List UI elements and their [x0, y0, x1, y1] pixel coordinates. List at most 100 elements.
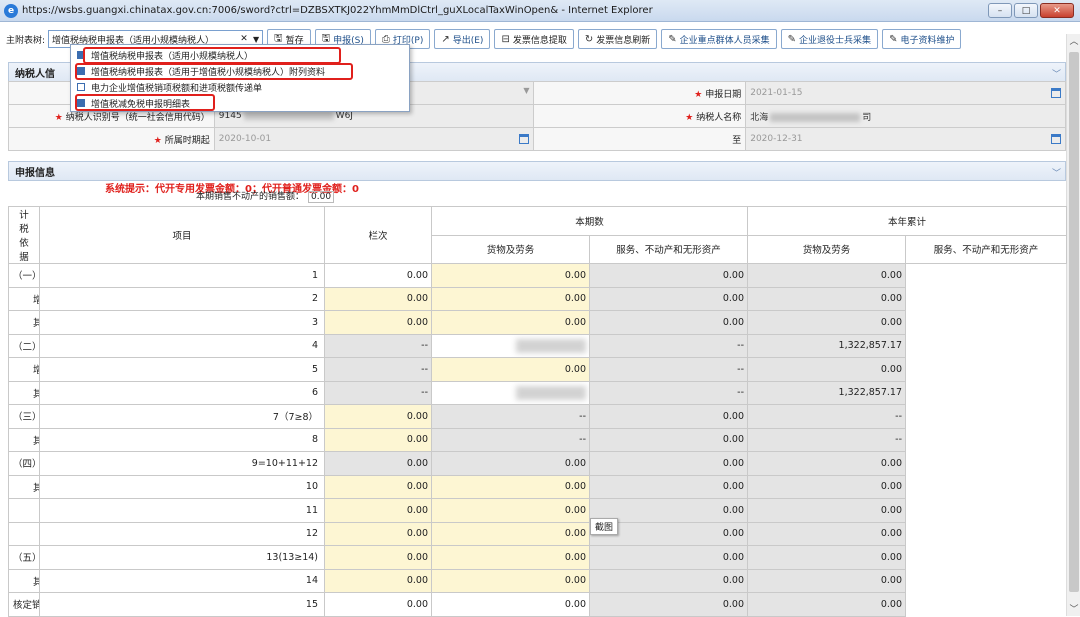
amount-value: 0.00	[406, 575, 428, 587]
row-col-number: 11	[39, 498, 325, 523]
amount-value: 0.00	[406, 410, 428, 422]
key-group-button[interactable]: ✎ 企业重点群体人员采集	[661, 29, 777, 49]
amount-cell[interactable]: 0.00	[324, 286, 432, 311]
amount-value: 0.00	[722, 575, 745, 587]
row-col-number: 7（7≥8）	[39, 404, 325, 429]
scroll-thumb[interactable]	[1069, 52, 1079, 592]
amount-cell: 0.00	[588, 404, 749, 429]
row-col-number: 1	[39, 263, 325, 288]
e-docs-button[interactable]: ✎ 电子资料维护	[882, 29, 962, 49]
amount-cell[interactable]: 0.00	[324, 521, 432, 546]
header-item: 项目	[39, 206, 325, 264]
close-button[interactable]: ✕	[1040, 3, 1074, 18]
row-label: 增值税专用发票不含税销售额	[8, 286, 40, 311]
dropdown-item[interactable]: 电力企业增值税销项税额和进项税额传递单	[71, 79, 409, 95]
declaration-panel-header[interactable]: 申报信息 ﹀	[8, 161, 1066, 181]
amount-cell[interactable]: 0.00	[431, 357, 590, 382]
header-services: 服务、不动产和无形资产	[905, 234, 1068, 264]
amount-value: 0.00	[880, 481, 903, 493]
amount-value: 0.00	[564, 457, 586, 469]
calendar-icon[interactable]	[519, 134, 530, 144]
amount-value: 0.00	[564, 293, 586, 305]
chevron-down-icon[interactable]: ▼	[250, 35, 262, 44]
amount-cell[interactable]: 0.00	[324, 474, 432, 499]
collapse-icon[interactable]: ﹀	[1052, 166, 1061, 179]
amount-value: 0.00	[880, 575, 903, 587]
amount-cell[interactable]: 0.00	[324, 545, 432, 570]
row-label: （一）应征增值税不含税销售额（3%征收率）	[8, 263, 40, 288]
amount-cell[interactable]: 0.00	[431, 474, 590, 499]
report-date-label: 申报日期	[705, 89, 742, 100]
chevron-down-icon[interactable]: ▼	[523, 86, 529, 95]
amount-cell[interactable]: 0.00	[324, 404, 432, 429]
invoice-refresh-button[interactable]: ↻ 发票信息刷新	[577, 29, 658, 49]
row-col-number: 14	[39, 568, 325, 593]
amount-cell[interactable]: 0.00	[431, 545, 590, 570]
amount-cell[interactable]: 0.00	[431, 263, 590, 288]
attach-tree-label: 主附表树:	[6, 35, 46, 46]
table-row: 其他增值税发票不含税销售额3 0.00 0.00 0.00 0.00	[8, 310, 1067, 335]
amount-cell[interactable]: 0.00	[324, 568, 432, 593]
header-col: 栏次	[324, 206, 432, 264]
minimize-button[interactable]: –	[988, 3, 1012, 18]
calendar-icon[interactable]	[1051, 134, 1061, 144]
amount-value: 0.00	[564, 504, 586, 516]
amount-value: 0.00	[880, 457, 903, 469]
amount-cell: --	[324, 357, 432, 382]
row-label: 其他免税销售额	[8, 521, 40, 546]
invoice-fetch-button[interactable]: ⊟ 发票信息提取	[494, 29, 574, 49]
row-col-number: 6	[39, 380, 325, 405]
amount-cell: 0.00	[588, 592, 749, 617]
amount-value: 0.00	[722, 293, 745, 305]
amount-cell[interactable]: 0.00	[431, 310, 590, 335]
amount-cell: --	[431, 427, 590, 452]
amount-value: 0.00	[564, 598, 586, 610]
amount-value: 1,322,857.17	[838, 340, 903, 352]
amount-cell: --	[431, 404, 590, 429]
redaction	[770, 112, 861, 122]
amount-value: 0.00	[406, 434, 428, 446]
maximize-button[interactable]: □	[1014, 3, 1038, 18]
calendar-icon[interactable]	[1051, 88, 1061, 98]
amount-cell	[431, 380, 590, 405]
amount-cell[interactable]: 0.00	[324, 310, 432, 335]
vertical-scrollbar[interactable]: ︿ ﹀	[1066, 34, 1080, 616]
veteran-button[interactable]: ✎ 企业退役士兵采集	[780, 29, 879, 49]
real-estate-value[interactable]: 0.00	[308, 191, 335, 203]
header-services: 服务、不动产和无形资产	[588, 234, 749, 264]
fetch-icon: ⊟	[501, 33, 510, 45]
table-row: 其中：其他增值税发票不含税销售额8 0.00 -- 0.00 --	[8, 427, 1067, 452]
amount-cell: 0.00	[747, 592, 907, 617]
amount-value: --	[895, 410, 903, 422]
amount-cell: 0.00	[747, 521, 907, 546]
amount-cell[interactable]: 0.00	[431, 521, 590, 546]
amount-cell: --	[588, 333, 749, 358]
amount-value: --	[737, 363, 745, 375]
amount-value: --	[579, 434, 586, 446]
checkbox-icon[interactable]	[77, 83, 85, 91]
scroll-down-icon[interactable]: ﹀	[1067, 602, 1080, 616]
row-label: 其中：其他增值税发票不含税销售额	[8, 568, 40, 593]
amount-cell[interactable]: 0.00	[324, 498, 432, 523]
clear-icon[interactable]: ✕	[238, 34, 250, 44]
table-row: （三）销售使用过的应税固定资产不含税销售额7（7≥8） 0.00 -- 0.00 --	[8, 404, 1067, 429]
row-col-number: 5	[39, 357, 325, 382]
scroll-up-icon[interactable]: ︿	[1067, 34, 1080, 48]
amount-cell[interactable]: 0.00	[431, 568, 590, 593]
row-label: 增值税专用发票不含税销售额	[8, 357, 40, 382]
row-col-number: 2	[39, 286, 325, 311]
window-title: https://wsbs.guangxi.chinatax.gov.cn:700…	[22, 5, 653, 16]
amount-cell: 0.00	[588, 568, 749, 593]
amount-value: 0.00	[564, 528, 586, 540]
real-estate-note: 本期销售不动产的销售额： 0.00	[196, 189, 335, 203]
export-button[interactable]: ↗ 导出(E)	[434, 29, 491, 49]
red-highlight-box	[75, 94, 215, 111]
amount-cell[interactable]: 0.00	[324, 427, 432, 452]
row-col-number: 12	[39, 521, 325, 546]
amount-cell[interactable]: 0.00	[431, 498, 590, 523]
amount-cell[interactable]: 0.00	[431, 286, 590, 311]
header-ytd: 本年累计	[747, 206, 1068, 236]
report-date-field: 2021-01-15	[750, 88, 803, 98]
red-highlight-box	[83, 47, 341, 64]
collapse-icon[interactable]: ﹀	[1052, 67, 1061, 80]
